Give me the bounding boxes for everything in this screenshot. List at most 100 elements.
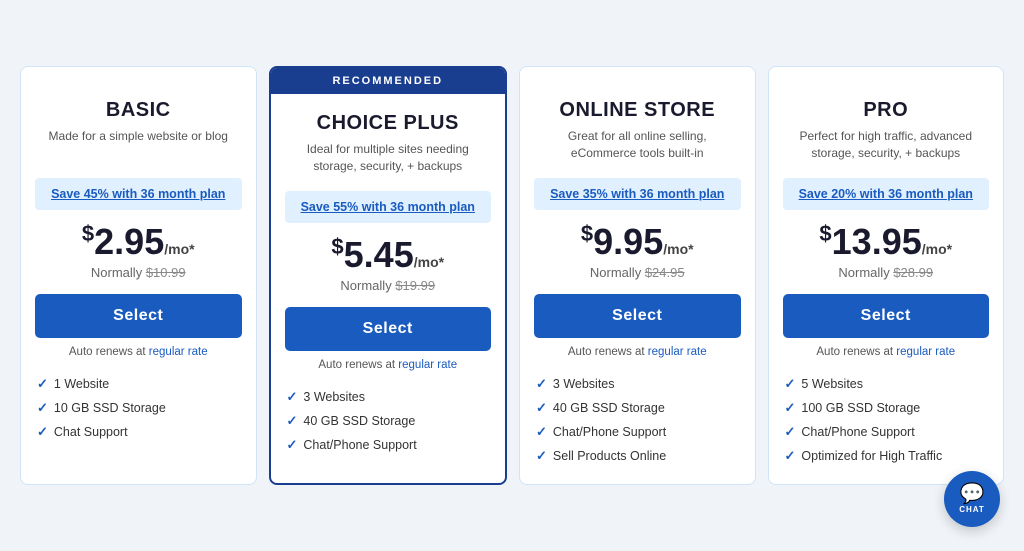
feature-item: ✓ Chat/Phone Support bbox=[785, 420, 988, 444]
features-list-online-store: ✓ 3 Websites ✓ 40 GB SSD Storage ✓ Chat/Phone… bbox=[520, 358, 755, 468]
save-link-pro[interactable]: Save 20% with 36 month plan bbox=[799, 187, 973, 201]
price-main-basic: $2.95/mo* bbox=[37, 222, 240, 262]
plan-header-choice-plus: CHOICE PLUS Ideal for multiple sites nee… bbox=[271, 94, 506, 179]
price-main-pro: $13.95/mo* bbox=[785, 222, 988, 262]
feature-text: Chat/Phone Support bbox=[303, 438, 416, 452]
check-icon: ✓ bbox=[785, 376, 796, 392]
price-section-basic: $2.95/mo* Normally $10.99 bbox=[21, 218, 256, 280]
currency-online-store: $ bbox=[581, 221, 593, 246]
plan-desc-online-store: Great for all online selling, eCommerce … bbox=[536, 128, 739, 166]
features-list-choice-plus: ✓ 3 Websites ✓ 40 GB SSD Storage ✓ Chat/Phone… bbox=[271, 371, 506, 457]
save-banner-pro[interactable]: Save 20% with 36 month plan bbox=[783, 178, 990, 210]
check-icon: ✓ bbox=[536, 400, 547, 416]
save-banner-choice-plus[interactable]: Save 55% with 36 month plan bbox=[285, 191, 492, 223]
plan-card-pro: PRO Perfect for high traffic, advanced s… bbox=[768, 66, 1005, 485]
chat-widget[interactable]: 💬 CHAT bbox=[944, 471, 1000, 527]
select-button-choice-plus[interactable]: Select bbox=[285, 307, 492, 351]
feature-text: Chat/Phone Support bbox=[553, 425, 666, 439]
check-icon: ✓ bbox=[785, 400, 796, 416]
regular-rate-link-pro[interactable]: regular rate bbox=[896, 346, 955, 358]
check-icon: ✓ bbox=[37, 376, 48, 392]
save-link-choice-plus[interactable]: Save 55% with 36 month plan bbox=[301, 200, 475, 214]
pricing-container: BASIC Made for a simple website or blog … bbox=[20, 66, 1004, 485]
price-section-pro: $13.95/mo* Normally $28.99 bbox=[769, 218, 1004, 280]
feature-text: Chat Support bbox=[54, 425, 128, 439]
plan-desc-basic: Made for a simple website or blog bbox=[37, 128, 240, 166]
chat-label: CHAT bbox=[959, 505, 985, 514]
strikethrough-pro: $28.99 bbox=[893, 265, 933, 280]
feature-item: ✓1 Website bbox=[37, 372, 240, 396]
check-icon: ✓ bbox=[37, 400, 48, 416]
plan-card-basic: BASIC Made for a simple website or blog … bbox=[20, 66, 257, 485]
features-list-pro: ✓ 5 Websites ✓ 100 GB SSD Storage ✓ Chat/Phon… bbox=[769, 358, 1004, 468]
feature-item: ✓ Chat/Phone Support bbox=[287, 433, 490, 457]
plan-name-pro: PRO bbox=[785, 99, 988, 122]
auto-renew-choice-plus: Auto renews at regular rate bbox=[318, 359, 457, 371]
price-main-online-store: $9.95/mo* bbox=[536, 222, 739, 262]
currency-basic: $ bbox=[82, 221, 94, 246]
select-button-pro[interactable]: Select bbox=[783, 294, 990, 338]
auto-renew-basic: Auto renews at regular rate bbox=[69, 346, 208, 358]
regular-rate-link-online-store[interactable]: regular rate bbox=[648, 346, 707, 358]
feature-item: ✓ 40 GB SSD Storage bbox=[536, 396, 739, 420]
feature-item: ✓ Chat Support bbox=[37, 420, 240, 444]
regular-rate-link-choice-plus[interactable]: regular rate bbox=[398, 359, 457, 371]
feature-item: ✓Optimized for High Traffic bbox=[785, 444, 988, 468]
price-main-choice-plus: $5.45/mo* bbox=[287, 235, 490, 275]
save-link-basic[interactable]: Save 45% with 36 month plan bbox=[51, 187, 225, 201]
price-normal-choice-plus: Normally $19.99 bbox=[287, 278, 490, 293]
plan-desc-pro: Perfect for high traffic, advanced stora… bbox=[785, 128, 988, 166]
regular-rate-link-basic[interactable]: regular rate bbox=[149, 346, 208, 358]
save-link-online-store[interactable]: Save 35% with 36 month plan bbox=[550, 187, 724, 201]
plan-card-choice-plus: RECOMMENDED CHOICE PLUS Ideal for multip… bbox=[269, 66, 508, 485]
per-mo-pro: /mo* bbox=[922, 241, 952, 257]
feature-item: ✓ 3 Websites bbox=[287, 385, 490, 409]
check-icon: ✓ bbox=[287, 413, 298, 429]
features-list-basic: ✓1 Website✓10 GB SSD Storage✓Chat Suppor… bbox=[21, 358, 256, 444]
feature-text: 10 GB SSD Storage bbox=[54, 401, 166, 415]
check-icon: ✓ bbox=[287, 389, 298, 405]
per-mo-choice-plus: /mo* bbox=[414, 254, 444, 270]
per-mo-online-store: /mo* bbox=[663, 241, 693, 257]
plan-header-pro: PRO Perfect for high traffic, advanced s… bbox=[769, 81, 1004, 166]
feature-text: 3 Websites bbox=[303, 390, 365, 404]
check-icon: ✓ bbox=[536, 448, 547, 464]
currency-pro: $ bbox=[819, 221, 831, 246]
feature-item: ✓ 10 GB SSD Storage bbox=[37, 396, 240, 420]
auto-renew-pro: Auto renews at regular rate bbox=[816, 346, 955, 358]
feature-text: 5 Websites bbox=[801, 377, 863, 391]
price-normal-pro: Normally $28.99 bbox=[785, 265, 988, 280]
chat-icon: 💬 bbox=[960, 484, 985, 504]
strikethrough-basic: $10.99 bbox=[146, 265, 186, 280]
plan-card-online-store: ONLINE STORE Great for all online sellin… bbox=[519, 66, 756, 485]
auto-renew-online-store: Auto renews at regular rate bbox=[568, 346, 707, 358]
price-normal-basic: Normally $10.99 bbox=[37, 265, 240, 280]
select-button-basic[interactable]: Select bbox=[35, 294, 242, 338]
recommended-badge: RECOMMENDED bbox=[271, 68, 506, 94]
check-icon: ✓ bbox=[287, 437, 298, 453]
plan-header-online-store: ONLINE STORE Great for all online sellin… bbox=[520, 81, 755, 166]
check-icon: ✓ bbox=[785, 424, 796, 440]
feature-text: 100 GB SSD Storage bbox=[801, 401, 920, 415]
plan-header-basic: BASIC Made for a simple website or blog bbox=[21, 81, 256, 166]
check-icon: ✓ bbox=[37, 424, 48, 440]
feature-text: 40 GB SSD Storage bbox=[303, 414, 415, 428]
strikethrough-online-store: $24.95 bbox=[645, 265, 685, 280]
feature-item: ✓Sell Products Online bbox=[536, 444, 739, 468]
currency-choice-plus: $ bbox=[331, 234, 343, 259]
check-icon: ✓ bbox=[536, 376, 547, 392]
feature-text: 40 GB SSD Storage bbox=[553, 401, 665, 415]
plan-name-online-store: ONLINE STORE bbox=[536, 99, 739, 122]
feature-item: ✓ Chat/Phone Support bbox=[536, 420, 739, 444]
plan-desc-choice-plus: Ideal for multiple sites needing storage… bbox=[287, 141, 490, 179]
feature-text: Optimized for High Traffic bbox=[801, 449, 942, 463]
save-banner-online-store[interactable]: Save 35% with 36 month plan bbox=[534, 178, 741, 210]
per-mo-basic: /mo* bbox=[164, 241, 194, 257]
save-banner-basic[interactable]: Save 45% with 36 month plan bbox=[35, 178, 242, 210]
select-button-online-store[interactable]: Select bbox=[534, 294, 741, 338]
feature-text: 3 Websites bbox=[553, 377, 615, 391]
check-icon: ✓ bbox=[536, 424, 547, 440]
price-section-choice-plus: $5.45/mo* Normally $19.99 bbox=[271, 231, 506, 293]
feature-text: Chat/Phone Support bbox=[801, 425, 914, 439]
plan-name-basic: BASIC bbox=[37, 99, 240, 122]
